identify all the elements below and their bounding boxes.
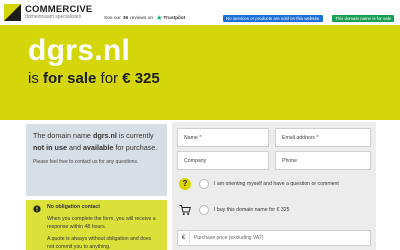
obligation-body: When you complete the form, you will rec…: [47, 216, 156, 230]
currency-label: €: [178, 231, 190, 245]
info-text-d: for purchase.: [113, 143, 158, 152]
info-contact: Please feel free to contact us for any q…: [33, 159, 139, 165]
info-text-c: and: [66, 143, 83, 152]
obligation-title: No obligation contact: [47, 204, 101, 210]
logo-mark-icon: [4, 4, 21, 21]
info-not-in-use: not in use: [33, 143, 67, 152]
name-field[interactable]: Name *: [177, 128, 269, 147]
info-text: The domain name dgrs.nl is currently not…: [33, 130, 160, 154]
email-field[interactable]: Email address *: [275, 128, 371, 147]
sale-prefix: is: [28, 70, 43, 87]
obligation-body-2: A quote is always without obligation and…: [47, 236, 152, 250]
sale-price: € 325: [122, 70, 160, 87]
logo[interactable]: COMMERCIVE domeinnaam specialisten: [4, 4, 92, 21]
price-input[interactable]: € Purchase price (excluding VAT): [177, 230, 371, 246]
sale-mid: for: [96, 70, 123, 87]
option-question-label: I am orienting myself and have a questio…: [214, 181, 339, 187]
trustpilot-name: Trustpilot: [163, 16, 186, 21]
for-sale-badge: This domain name is for sale: [332, 15, 395, 22]
phone-field[interactable]: Phone: [275, 151, 371, 170]
info-panel: The domain name dgrs.nl is currently not…: [26, 124, 167, 196]
price-placeholder: Purchase price (excluding VAT): [194, 235, 264, 241]
trustpilot-star-icon: ★: [156, 15, 163, 22]
brand-name: COMMERCIVE: [25, 3, 93, 15]
question-radio[interactable]: [199, 179, 209, 189]
info-text-a: The domain name: [33, 131, 93, 140]
reviews-prefix: See our: [104, 16, 121, 21]
company-field[interactable]: Company: [177, 151, 269, 170]
info-domain: dgrs.nl: [92, 131, 117, 140]
option-buy-label: I buy this domain name for € 325: [214, 207, 290, 213]
info-text-b: is currently: [116, 131, 154, 140]
info-available: available: [82, 143, 114, 152]
domain-title: dgrs.nl: [28, 34, 131, 67]
warning-icon: [33, 205, 41, 213]
reviews-count: 36: [122, 16, 129, 21]
sale-line: is for sale for € 325: [28, 71, 160, 86]
question-icon: ?: [179, 178, 191, 190]
option-buy[interactable]: I buy this domain name for € 325: [179, 204, 290, 216]
sale-bold: for sale: [43, 70, 97, 87]
no-services-badge: No services or products are sold on this…: [223, 15, 324, 22]
obligation-panel: No obligation contact When you complete …: [26, 200, 167, 250]
buy-radio[interactable]: [199, 205, 209, 215]
cart-icon: [179, 205, 191, 215]
option-question[interactable]: ? I am orienting myself and have a quest…: [179, 178, 339, 190]
brand-tagline: domeinnaam specialisten: [25, 14, 82, 21]
trustpilot-reviews[interactable]: See our 36 reviews on ★ Trustpilot: [104, 15, 185, 22]
reviews-suffix: reviews on: [130, 16, 154, 21]
